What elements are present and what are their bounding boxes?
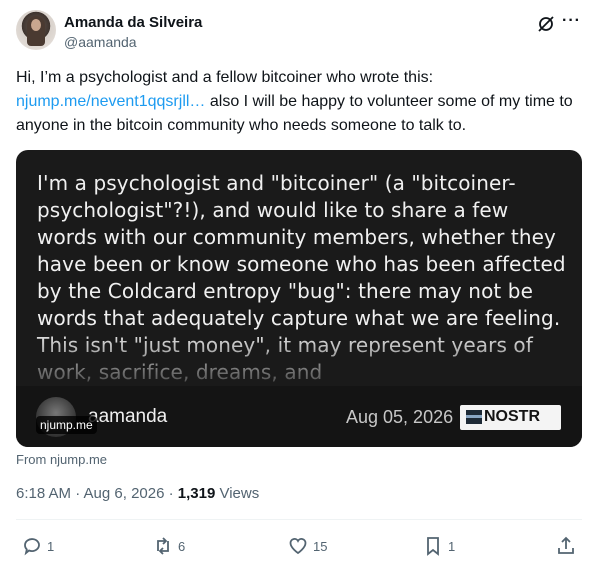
card-fade-overlay — [16, 330, 582, 390]
card-date: Aug 05, 2026 — [346, 407, 454, 427]
nostr-badge-label: NOSTR — [484, 408, 540, 425]
heart-icon — [289, 538, 307, 555]
tweet-link[interactable]: njump.me/nevent1qqsrjll… — [16, 93, 205, 110]
author-avatar[interactable] — [16, 10, 56, 50]
tweet-text-intro: Hi, I’m a psychologist and a fellow bitc… — [16, 69, 434, 86]
repost-button[interactable]: 6 — [153, 532, 185, 560]
author-name[interactable]: Amanda da Silveira — [64, 14, 202, 31]
tweet-time[interactable]: 6:18 AM · Aug 6, 2026 · — [16, 485, 178, 502]
link-preview-card[interactable]: I'm a psychologist and "bitcoiner" (a "b… — [16, 150, 582, 447]
like-count: 15 — [313, 538, 328, 554]
author-handle[interactable]: @aamanda — [64, 34, 137, 50]
repost-icon — [157, 537, 169, 555]
share-icon — [558, 536, 574, 554]
more-dots-icon[interactable]: ··· — [562, 12, 582, 32]
like-button[interactable]: 15 — [288, 532, 327, 560]
bookmark-icon — [427, 537, 439, 556]
views-count: 1,319 — [177, 485, 216, 502]
views-label: Views — [215, 485, 260, 502]
divider — [16, 519, 582, 520]
grok-slash-icon[interactable] — [536, 14, 556, 34]
reply-count: 1 — [47, 538, 55, 554]
action-bar: 1 6 15 1 — [16, 532, 582, 560]
nostr-logo-icon — [466, 410, 482, 424]
source-label[interactable]: From njump.me — [16, 452, 107, 467]
card-domain-label: njump.me — [36, 416, 97, 434]
card-author-name: aamanda — [88, 406, 168, 427]
share-button[interactable] — [556, 532, 576, 560]
bookmark-button[interactable]: 1 — [423, 532, 455, 560]
tweet-header: Amanda da Silveira @aamanda ··· — [16, 10, 582, 54]
reply-button[interactable]: 1 — [22, 532, 54, 560]
repost-count: 6 — [178, 538, 186, 554]
reply-icon — [24, 538, 40, 556]
nostr-badge: NOSTR — [460, 405, 561, 430]
tweet-body: Hi, I’m a psychologist and a fellow bitc… — [16, 66, 582, 138]
bookmark-count: 1 — [448, 538, 456, 554]
tweet-timestamp: 6:18 AM · Aug 6, 2026 · 1,319 Views — [16, 485, 259, 502]
